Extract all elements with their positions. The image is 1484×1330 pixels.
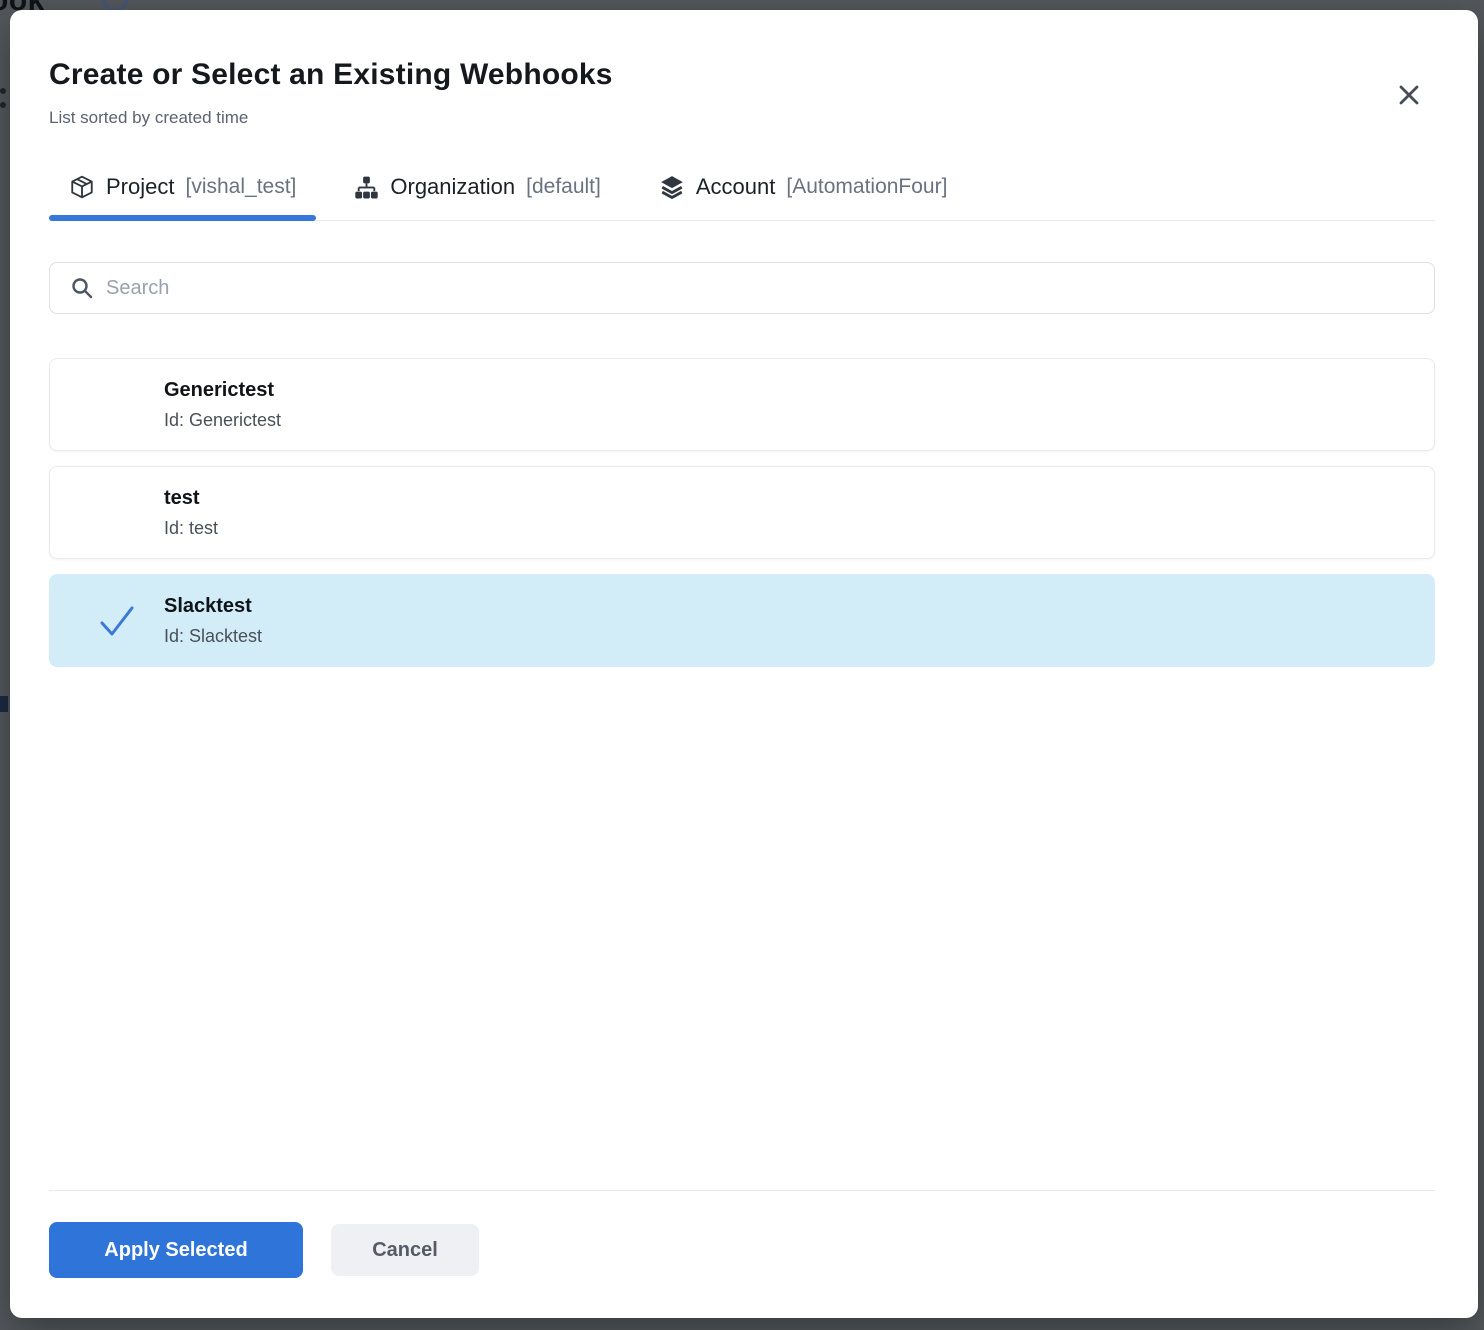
search-input[interactable] [49,262,1435,314]
search-icon [70,276,94,300]
tab-label: Organization [390,174,515,200]
checkmark-icon [94,601,140,641]
scope-tabs: Project [vishal_test] Organization [defa… [49,174,1435,221]
webhook-id: Id: Generictest [164,410,1434,431]
close-icon [1397,83,1421,107]
list-item-generictest[interactable]: Generictest Id: Generictest [49,358,1435,451]
tab-account[interactable]: Account [AutomationFour] [639,174,968,220]
list-item-test[interactable]: test Id: test [49,466,1435,559]
tab-label: Account [696,174,776,200]
background-dot [0,102,6,108]
list-item-slacktest[interactable]: Slacktest Id: Slacktest [49,574,1435,667]
search-bar [49,262,1435,314]
tab-project[interactable]: Project [vishal_test] [49,174,316,220]
webhook-name: Generictest [164,379,1434,402]
webhook-list: Generictest Id: Generictest test Id: tes… [49,358,1435,667]
tab-organization[interactable]: Organization [default] [334,174,620,220]
webhook-name: test [164,487,1434,510]
layers-icon [659,174,685,200]
apply-selected-button[interactable]: Apply Selected [49,1222,303,1278]
close-button[interactable] [1392,78,1426,112]
cancel-button[interactable]: Cancel [331,1224,479,1276]
tab-context: [vishal_test] [185,175,296,199]
tab-context: [default] [526,175,601,199]
webhook-name: Slacktest [164,595,1434,618]
sitemap-icon [354,175,379,200]
dialog-subtitle: List sorted by created time [49,108,1435,128]
background-dot [0,88,6,94]
page-title: Create or Select an Existing Webhooks [49,58,1435,92]
tab-context: [AutomationFour] [786,175,947,199]
webhook-select-dialog: Create or Select an Existing Webhooks Li… [10,10,1478,1318]
dialog-footer: Apply Selected Cancel [49,1190,1435,1318]
webhook-id: Id: Slacktest [164,626,1434,647]
tab-label: Project [106,174,174,200]
cube-icon [69,174,95,200]
background-fragment [0,696,8,712]
webhook-id: Id: test [164,518,1434,539]
